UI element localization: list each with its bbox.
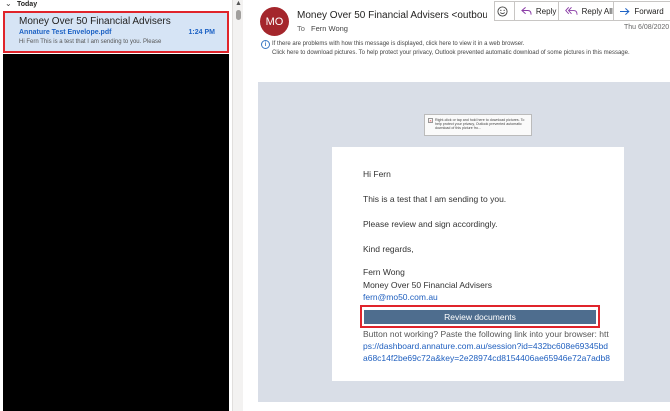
signature-name: Fern Wong	[363, 267, 405, 277]
redacted-area	[3, 54, 229, 411]
message-subject: Annature Test Envelope.pdf	[19, 29, 112, 36]
download-pictures-notice[interactable]: Click here to download pictures. To help…	[272, 50, 630, 56]
message-time: 1:24 PM	[188, 29, 215, 36]
recipient-name[interactable]: Fern Wong	[311, 24, 348, 33]
blocked-image-text: Right-click or tap and hold here to down…	[435, 118, 525, 131]
reply-label: Reply	[535, 6, 557, 16]
signature-company: Money Over 50 Financial Advisers	[363, 280, 492, 290]
message-sender: Money Over 50 Financial Advisers	[19, 16, 171, 27]
reply-button[interactable]: Reply	[515, 2, 559, 20]
forward-button[interactable]: Forward	[614, 2, 670, 20]
message-list-scrollbar[interactable]: ▲	[232, 0, 243, 411]
signature-email-link[interactable]: fern@mo50.com.au	[363, 292, 438, 302]
email-line-1: This is a test that I am sending to you.	[363, 194, 507, 204]
to-line: To Fern Wong	[297, 24, 348, 33]
review-documents-button[interactable]: Review documents	[364, 310, 596, 324]
reply-all-icon	[564, 6, 578, 15]
smiley-icon	[497, 5, 508, 17]
from-address[interactable]: Money Over 50 Financial Advisers <outbou…	[297, 10, 487, 21]
group-header-today[interactable]: ⌄ Today	[0, 0, 232, 11]
blocked-image-placeholder[interactable]: × Right-click or tap and hold here to do…	[424, 114, 532, 136]
forward-icon	[620, 7, 630, 15]
info-icon: i	[261, 40, 270, 49]
forward-label: Forward	[634, 6, 664, 16]
session-link-line-2[interactable]: a68c14f2be69c72a&key=2e28974cd8154406ae6…	[363, 353, 610, 363]
email-card: Hi Fern This is a test that I am sending…	[332, 147, 624, 381]
email-regards: Kind regards,	[363, 244, 414, 254]
chevron-down-icon: ⌄	[5, 0, 12, 8]
reaction-button[interactable]	[495, 2, 515, 20]
sender-avatar: MO	[260, 7, 289, 36]
email-line-2: Please review and sign accordingly.	[363, 219, 498, 229]
message-date: Thu 6/08/2020	[624, 24, 670, 31]
email-greeting: Hi Fern	[363, 169, 391, 179]
scroll-up-arrow-icon[interactable]: ▲	[235, 0, 242, 7]
fallback-text: Button not working? Paste the following …	[363, 329, 609, 339]
message-list-pane: ⌄ Today Money Over 50 Financial Advisers…	[0, 0, 232, 411]
session-link-line-1[interactable]: ps://dashboard.annature.com.au/session?i…	[363, 341, 608, 351]
message-preview: Hi Fern This is a test that I am sending…	[19, 39, 162, 45]
group-label: Today	[17, 1, 38, 8]
message-action-bar: Reply Reply All Forward	[494, 1, 670, 21]
broken-image-icon: ×	[428, 118, 433, 123]
reply-icon	[521, 6, 532, 15]
to-label: To	[297, 24, 305, 33]
view-in-browser-notice[interactable]: If there are problems with how this mess…	[272, 41, 524, 47]
scrollbar-thumb[interactable]	[236, 10, 241, 20]
reply-all-label: Reply All	[581, 6, 613, 16]
message-list-item[interactable]: Money Over 50 Financial Advisers Annatur…	[3, 11, 229, 53]
reply-all-button[interactable]: Reply All	[559, 2, 615, 20]
